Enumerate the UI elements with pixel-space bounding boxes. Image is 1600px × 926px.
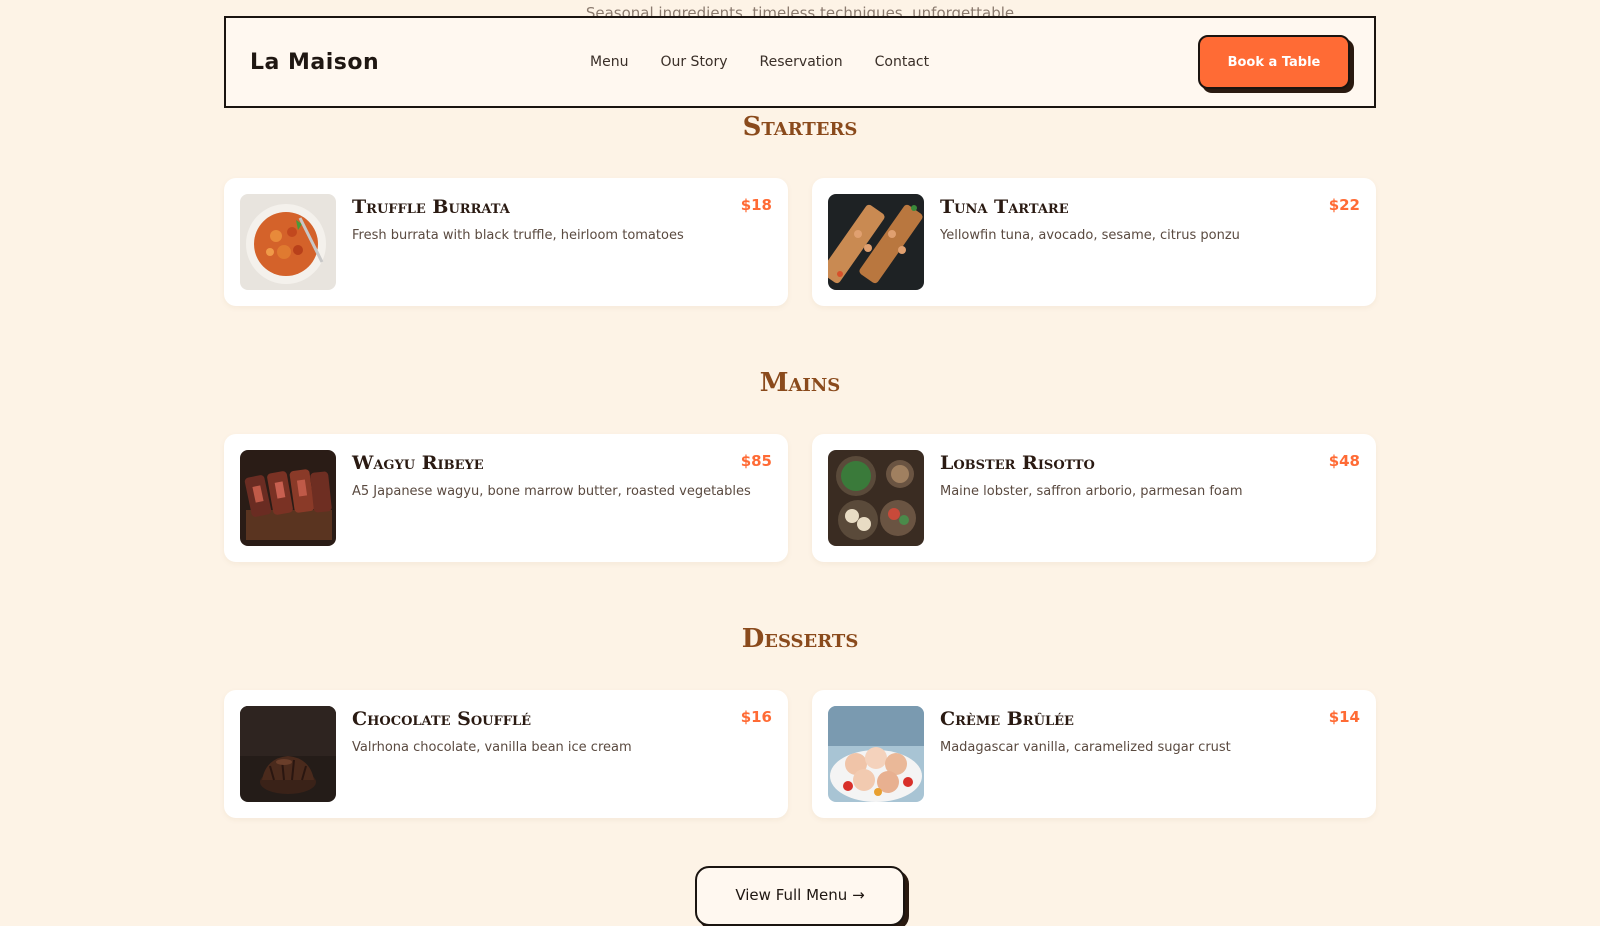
book-table-button[interactable]: Book a Table bbox=[1198, 35, 1350, 89]
site-header: La Maison Menu Our Story Reservation Con… bbox=[224, 16, 1376, 108]
section-title-mains: Mains bbox=[759, 368, 841, 398]
nav-link-our-story[interactable]: Our Story bbox=[660, 54, 727, 70]
section-title-desserts: Desserts bbox=[741, 624, 859, 654]
dish-price: $18 bbox=[740, 196, 772, 214]
dish-name: Truffle Burrata bbox=[352, 196, 510, 218]
dish-name: Wagyu Ribeye bbox=[352, 452, 484, 474]
dish-description: A5 Japanese wagyu, bone marrow butter, r… bbox=[352, 484, 751, 499]
nav-link-menu[interactable]: Menu bbox=[590, 54, 628, 70]
dish-name: Chocolate Soufflé bbox=[352, 708, 532, 730]
dish-photo bbox=[240, 450, 336, 546]
menu-item-card[interactable]: Chocolate Soufflé Valrhona chocolate, va… bbox=[224, 690, 788, 818]
dish-photo bbox=[828, 706, 924, 802]
nav-link-contact[interactable]: Contact bbox=[875, 54, 929, 70]
brand-logo[interactable]: La Maison bbox=[250, 50, 590, 75]
nav-link-reservation[interactable]: Reservation bbox=[760, 54, 843, 70]
main-nav: Menu Our Story Reservation Contact bbox=[590, 54, 1198, 70]
view-full-menu-button[interactable]: View Full Menu → bbox=[695, 866, 905, 926]
menu-item-card[interactable]: Truffle Burrata Fresh burrata with black… bbox=[224, 178, 788, 306]
menu-item-card[interactable]: Lobster Risotto Maine lobster, saffron a… bbox=[812, 434, 1376, 562]
dish-price: $14 bbox=[1328, 708, 1360, 726]
menu-item-card[interactable]: Crème Brûlée Madagascar vanilla, caramel… bbox=[812, 690, 1376, 818]
section-title-starters: Starters bbox=[742, 112, 858, 142]
dish-photo bbox=[240, 706, 336, 802]
dish-name: Tuna Tartare bbox=[940, 196, 1069, 218]
dish-description: Valrhona chocolate, vanilla bean ice cre… bbox=[352, 740, 632, 755]
dish-photo bbox=[828, 450, 924, 546]
dish-description: Madagascar vanilla, caramelized sugar cr… bbox=[940, 740, 1231, 755]
arrow-right-icon: → bbox=[852, 886, 865, 904]
view-full-menu-label: View Full Menu bbox=[735, 886, 848, 904]
dish-description: Yellowfin tuna, avocado, sesame, citrus … bbox=[940, 228, 1240, 243]
dish-price: $16 bbox=[740, 708, 772, 726]
dish-description: Maine lobster, saffron arborio, parmesan… bbox=[940, 484, 1243, 499]
dish-price: $48 bbox=[1328, 452, 1360, 470]
menu-item-card[interactable]: Wagyu Ribeye A5 Japanese wagyu, bone mar… bbox=[224, 434, 788, 562]
dish-name: Lobster Risotto bbox=[940, 452, 1095, 474]
dish-photo bbox=[828, 194, 924, 290]
dish-name: Crème Brûlée bbox=[940, 708, 1074, 730]
menu-item-card[interactable]: Tuna Tartare Yellowfin tuna, avocado, se… bbox=[812, 178, 1376, 306]
dish-description: Fresh burrata with black truffle, heirlo… bbox=[352, 228, 684, 243]
dish-photo bbox=[240, 194, 336, 290]
dish-price: $85 bbox=[740, 452, 772, 470]
dish-price: $22 bbox=[1328, 196, 1360, 214]
view-full-menu-content: View Full Menu → bbox=[697, 886, 903, 904]
